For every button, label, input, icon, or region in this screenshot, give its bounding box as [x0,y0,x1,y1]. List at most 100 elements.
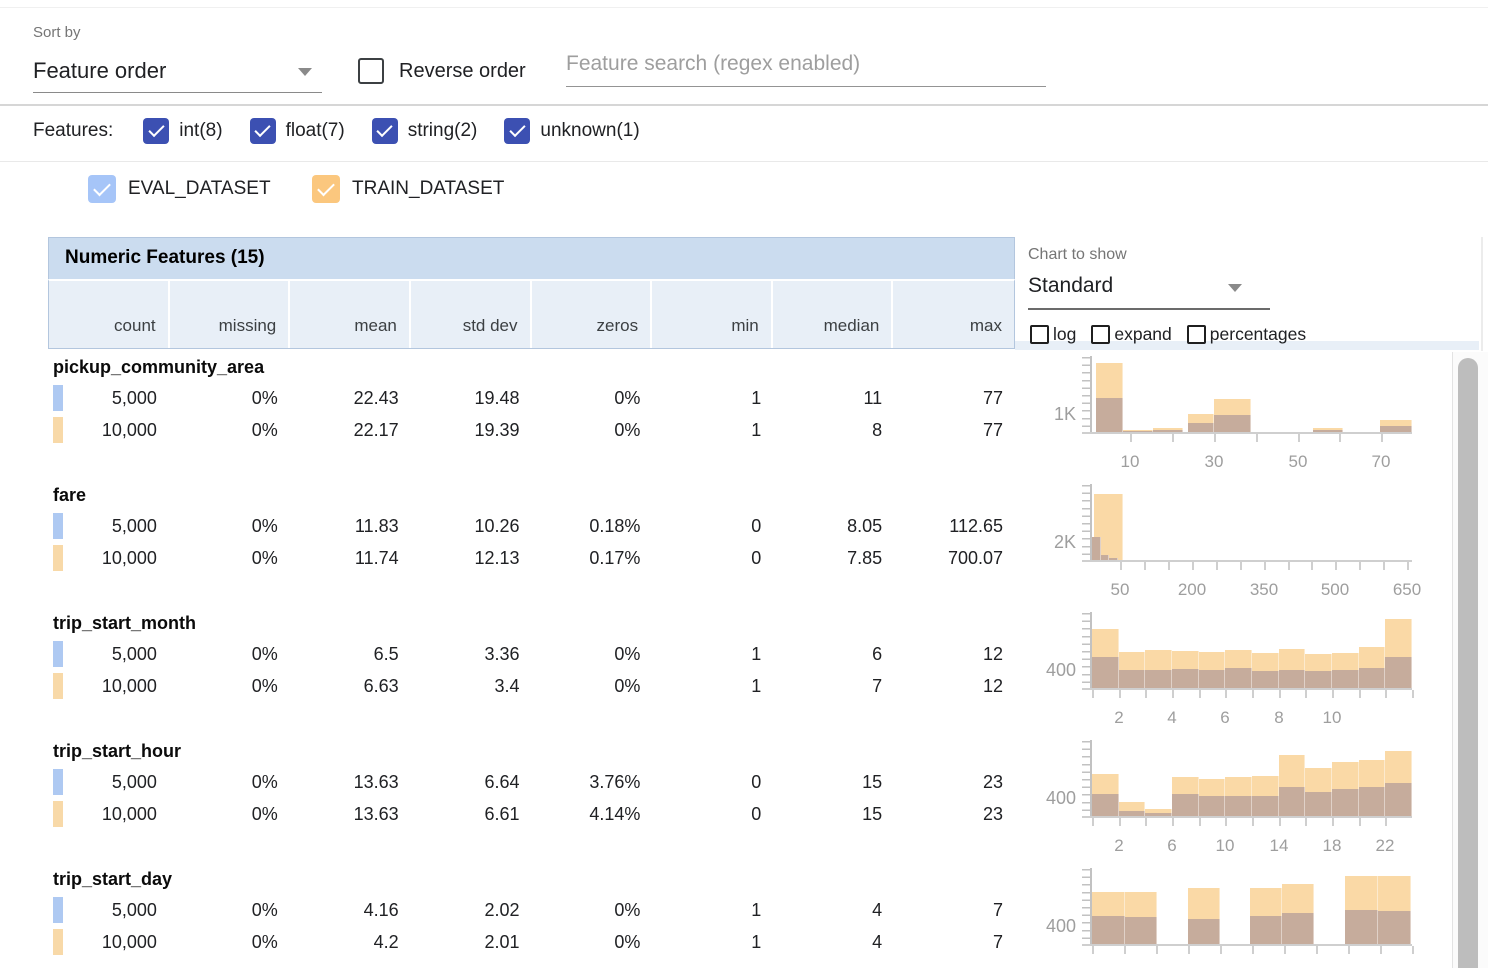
stat-cell: 23 [894,804,1015,825]
overlap-bar [1250,916,1282,944]
column-header-zeros: zeros [532,281,653,348]
train-dataset-toggle[interactable]: TRAIN_DATASET [312,175,504,203]
x-axis-tick [1252,946,1254,954]
x-axis-tick [1264,562,1266,570]
checkbox-checked-icon[interactable] [372,118,398,144]
x-axis-tick-label: 350 [1239,580,1289,600]
x-axis-tick [1240,562,1242,570]
stat-cell: 0.18% [532,516,653,537]
chart-to-show-select[interactable]: Standard [1028,272,1270,310]
numeric-features-header: Numeric Features (15) [48,237,1015,279]
checkmark-icon [509,121,525,137]
eval-dataset-checkbox[interactable] [88,175,116,203]
checkbox-checked-icon[interactable] [143,118,169,144]
histogram-plot[interactable] [1092,741,1412,816]
x-axis-tick-label: 2 [1094,708,1144,728]
x-axis-tick [1225,818,1227,826]
overlap-bar [1225,796,1252,816]
feature-search[interactable] [566,52,1046,87]
stat-cell: 7 [894,932,1015,953]
y-axis-label: 1K [1030,404,1076,425]
y-axis-ruler [1082,869,1090,945]
log-toggle[interactable]: log [1030,324,1076,345]
x-axis-tick [1298,434,1300,442]
x-axis-tick-label: 8 [1254,708,1304,728]
percentages-checkbox[interactable] [1187,325,1206,344]
x-axis-tick [1119,690,1121,698]
overlap-bar [1378,911,1412,944]
x-axis-tick-label: 500 [1310,580,1360,600]
histogram-plot[interactable] [1092,613,1412,688]
overlap-bar [1125,917,1158,944]
column-header-mean: mean [290,281,411,348]
stat-cell: 5,000 [48,644,169,665]
stat-cell: 0% [169,804,290,825]
sort-by-select[interactable]: Feature order [33,54,322,93]
stat-cell: 2.01 [411,932,532,953]
chevron-down-icon [1228,284,1242,292]
column-header-min: min [652,281,773,348]
x-axis-tick-label: 14 [1254,836,1304,856]
reverse-order-checkbox-row[interactable]: Reverse order [358,58,526,84]
reverse-order-checkbox[interactable] [358,58,384,84]
stat-cell: 3.4 [411,676,532,697]
x-axis-tick [1145,818,1147,826]
feature-stats-row-train: 10,0000%11.7412.130.17%07.85700.07 [48,542,1015,574]
feature-stats-row-eval: 5,0000%22.4319.480%11177 [48,382,1015,414]
chevron-down-icon [298,68,312,76]
stat-cell: 12.13 [411,548,532,569]
y-axis-ruler [1082,357,1090,433]
eval-dataset-toggle[interactable]: EVAL_DATASET [88,175,271,203]
x-axis-tick [1156,946,1158,954]
feature-search-input[interactable] [566,52,1046,87]
eval-dataset-swatch [53,897,63,923]
train-dataset-checkbox[interactable] [312,175,340,203]
stat-cell: 11.83 [290,516,411,537]
x-axis-tick-label: 6 [1147,836,1197,856]
x-axis-tick-label: 18 [1307,836,1357,856]
x-axis-line [1082,688,1412,690]
expand-toggle[interactable]: expand [1091,324,1171,345]
feature-type-filter-float[interactable]: float(7) [250,118,345,144]
histogram-plot[interactable] [1092,485,1412,560]
train-dataset-swatch [53,801,63,827]
checkbox-checked-icon[interactable] [504,118,530,144]
y-axis-label: 400 [1030,660,1076,681]
x-axis-tick [1348,946,1350,954]
checkbox-checked-icon[interactable] [250,118,276,144]
feature-type-filter-string[interactable]: string(2) [372,118,478,144]
panel-edge-line [1481,237,1483,351]
overlap-bar [1172,669,1199,688]
x-axis-tick [1339,434,1341,442]
stat-cell: 11 [773,388,894,409]
feature-type-filter-int[interactable]: int(8) [143,118,222,144]
overlap-bar [1252,796,1279,816]
column-header-stddev: std dev [411,281,532,348]
stat-cell: 8 [773,420,894,441]
stat-cell: 19.39 [411,420,532,441]
x-axis-tick [1284,946,1286,954]
x-axis-tick [1199,818,1201,826]
histogram-plot[interactable] [1092,869,1412,944]
vertical-scrollbar-thumb[interactable] [1458,358,1478,968]
top-divider [0,7,1488,8]
x-axis-tick [1192,562,1194,570]
histogram-plot[interactable] [1092,357,1412,432]
stat-cell: 10.26 [411,516,532,537]
x-axis-tick [1144,562,1146,570]
stat-cell: 6.61 [411,804,532,825]
stat-cell: 0 [652,804,773,825]
stat-cell: 0 [652,548,773,569]
x-axis-tick [1359,818,1361,826]
feature-stats-list: pickup_community_area 5,0000%22.4319.480… [48,352,1015,968]
stat-cell: 5,000 [48,388,169,409]
vertical-scrollbar-track[interactable] [1452,352,1488,968]
x-axis-tick-label: 50 [1095,580,1145,600]
expand-checkbox[interactable] [1091,325,1110,344]
feature-stats-row-eval: 5,0000%13.636.643.76%01523 [48,766,1015,798]
feature-type-filter-unknown[interactable]: unknown(1) [504,118,639,144]
x-axis-tick-label: 10 [1307,708,1357,728]
feature-charts-list: 1K 10305070 2K 50200350500650 400 246810… [1030,352,1414,968]
log-checkbox[interactable] [1030,325,1049,344]
percentages-toggle[interactable]: percentages [1187,324,1306,345]
